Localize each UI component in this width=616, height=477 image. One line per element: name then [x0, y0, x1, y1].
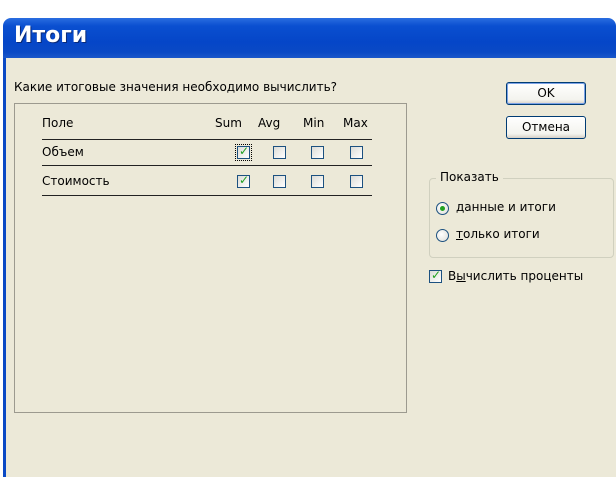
header-divider: [42, 139, 372, 140]
max-checkbox[interactable]: [350, 146, 363, 159]
column-header-min: Min: [303, 116, 325, 130]
totals-only-radio[interactable]: [436, 229, 449, 242]
show-groupbox: Показать данные и итоги только итоги: [429, 170, 614, 258]
fields-table: Поле Sum Avg Min Max Объем ✓ Стоимость ✓: [14, 103, 407, 413]
row-field-label: Стоимость: [42, 174, 110, 188]
avg-checkbox[interactable]: [273, 175, 286, 188]
check-icon: ✓: [431, 268, 442, 282]
title-bar[interactable]: Итоги: [3, 18, 616, 58]
row-divider: [42, 195, 372, 196]
totals-only-label[interactable]: только итоги: [456, 227, 540, 241]
column-header-max: Max: [343, 116, 368, 130]
calculate-percent-label[interactable]: Вычислить проценты: [448, 269, 583, 283]
window-title: Итоги: [14, 23, 88, 48]
radio-dot-icon: [440, 206, 445, 211]
check-icon: ✓: [239, 173, 250, 187]
dialog-body: Какие итоговые значения необходимо вычис…: [3, 58, 616, 477]
prompt-text: Какие итоговые значения необходимо вычис…: [14, 80, 338, 94]
min-checkbox[interactable]: [311, 175, 324, 188]
row-divider: [42, 165, 372, 166]
groupbox-title: Показать: [436, 170, 503, 184]
calculate-percent-checkbox[interactable]: ✓: [429, 268, 442, 283]
avg-checkbox[interactable]: [273, 146, 286, 159]
column-header-avg: Avg: [258, 116, 281, 130]
min-checkbox[interactable]: [311, 146, 324, 159]
max-checkbox[interactable]: [350, 175, 363, 188]
column-header-field: Поле: [42, 116, 74, 130]
column-header-sum: Sum: [215, 116, 242, 130]
sum-checkbox[interactable]: ✓: [237, 173, 250, 188]
data-and-totals-label[interactable]: данные и итоги: [456, 200, 556, 214]
check-icon: ✓: [239, 144, 250, 158]
ok-button[interactable]: OK: [506, 82, 586, 105]
cancel-button[interactable]: Отмена: [506, 116, 586, 139]
row-field-label: Объем: [42, 145, 84, 159]
data-and-totals-radio[interactable]: [436, 202, 449, 215]
totals-dialog: Итоги Какие итоговые значения необходимо…: [3, 8, 616, 477]
sum-checkbox[interactable]: ✓: [235, 144, 252, 161]
